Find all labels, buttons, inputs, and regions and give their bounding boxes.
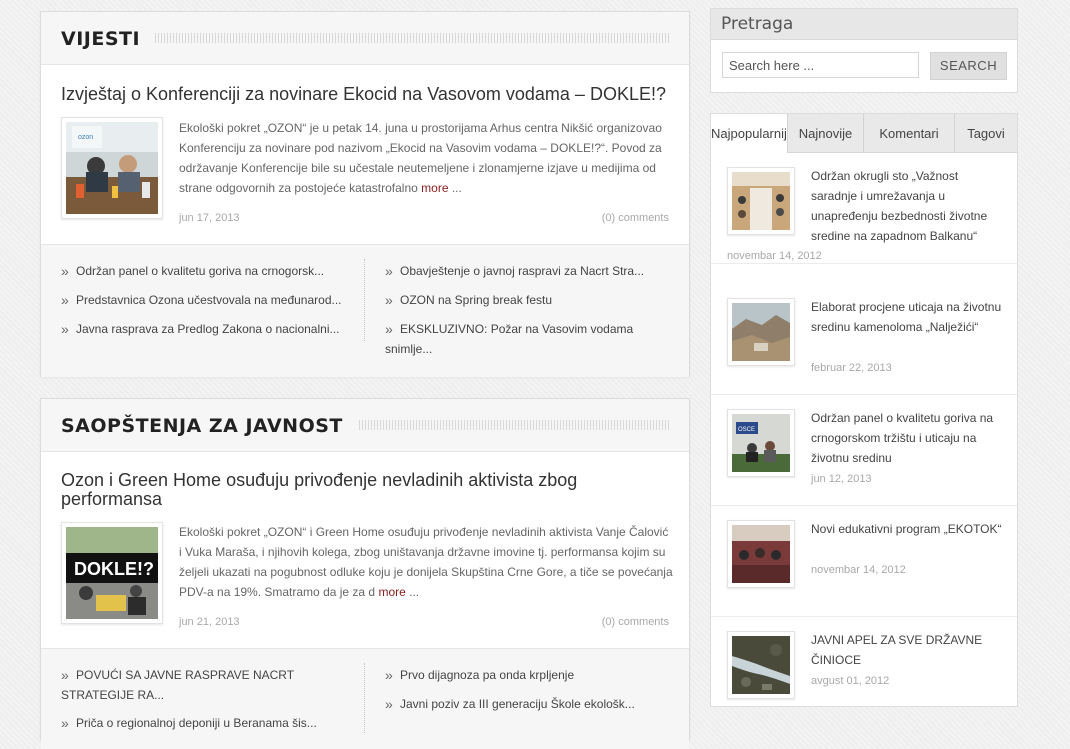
item-thumbnail[interactable] [727,631,795,699]
section-vijesti: VIJESTI Izvještaj o Konferenciji za novi… [40,11,690,377]
post-title-link[interactable]: Ozon i Green Home osuđuju privođenje nev… [61,471,621,509]
item-title[interactable]: Održan panel o kvalitetu goriva na crnog… [811,408,1006,468]
more-ellipsis: ... [405,585,420,599]
related-links: » POVUĆI SA JAVNE RASPRAVE NACRT STRATEGI… [41,648,689,749]
svg-text:OSCE: OSCE [738,427,755,433]
list-item[interactable]: OSCE Održan panel o kvalitetu goriva na … [711,395,1017,506]
conference-photo: ozon [66,122,158,214]
tab-najpopularnije[interactable]: Najpopularnije [711,114,788,153]
quarry-photo [732,303,790,361]
list-item[interactable]: Elaborat procjene uticaja na životnu sre… [711,284,1017,395]
post-title-link[interactable]: Izvještaj o Konferenciji za novinare Eko… [61,85,666,104]
item-thumbnail[interactable] [727,298,795,366]
list-item[interactable]: » Prvo dijagnoza pa onda krpljenje [385,665,690,685]
section-header: VIJESTI [41,12,689,65]
post-excerpt: Ekološki pokret „OZON“ i Green Home osuđ… [179,522,674,602]
tab-komentari[interactable]: Komentari [864,114,955,152]
list-item[interactable]: » Javna rasprava za Predlog Zakona o naci… [61,319,366,339]
list-item[interactable]: Novi edukativni program „EKOTOK“ novemba… [711,506,1017,617]
related-links: » Održan panel o kvalitetu goriva na crno… [41,244,689,377]
panel-photo: OSCE [732,414,790,472]
section-saopstenja: SAOPŠTENJA ZA JAVNOST Ozon i Green Home … [40,398,690,749]
item-thumbnail[interactable] [727,167,795,235]
list-item[interactable]: » Priča o regionalnoj deponiji u Beranama… [61,713,366,733]
tab-bar: Najpopularnije Najnovije Komentari Tagov… [711,114,1017,153]
read-more-link[interactable]: more [421,181,448,195]
comments-link[interactable]: (0) comments [602,616,669,628]
header-stripes [146,33,669,43]
item-date: jun 12, 2013 [811,473,872,485]
search-button[interactable]: SEARCH [930,52,1007,80]
section-title[interactable]: VIJESTI [61,28,155,50]
stream-photo [732,636,790,694]
item-date: novembar 14, 2012 [727,250,822,262]
list-item[interactable]: » Održan panel o kvalitetu goriva na crno… [61,261,366,281]
excerpt-text: Ekološki pokret „OZON“ i Green Home osuđ… [179,525,673,599]
list-item[interactable]: » Predstavnica Ozona učestvovala na međun… [61,290,366,310]
list-item[interactable]: » Obavještenje o javnoj raspravi za Nacrt… [385,261,690,281]
search-input[interactable] [722,52,919,78]
list-item[interactable]: » OZON na Spring break festu [385,290,690,310]
svg-text:ozon: ozon [78,134,93,141]
post-excerpt: Ekološki pokret „OZON“ je u petak 14. ju… [179,118,674,198]
post-date: jun 17, 2013 [179,212,240,224]
svg-text:DOKLE!?: DOKLE!? [74,559,154,579]
item-date: novembar 14, 2012 [811,564,906,576]
item-title[interactable]: Elaborat procjene uticaja na životnu sre… [811,297,1006,337]
tabs-widget: Najpopularnije Najnovije Komentari Tagov… [710,113,1018,707]
list-item[interactable]: » Javni poziv za III generaciju Škole eko… [385,694,690,714]
classroom-photo [732,525,790,583]
item-thumbnail[interactable] [727,520,795,588]
item-title[interactable]: Održan okrugli sto „Važnost saradnje i u… [811,166,1006,246]
section-title[interactable]: SAOPŠTENJA ZA JAVNOST [61,415,357,437]
search-widget: Pretraga SEARCH [710,8,1018,93]
item-thumbnail[interactable]: OSCE [727,409,795,477]
tab-tagovi[interactable]: Tagovi [955,114,1017,152]
list-item[interactable]: JAVNI APEL ZA SVE DRŽAVNE ČINIOCE avgust… [711,617,1017,727]
list-item[interactable]: » POVUĆI SA JAVNE RASPRAVE NACRT STRATEGI… [61,665,363,705]
comments-link[interactable]: (0) comments [602,212,669,224]
meeting-photo [732,172,790,230]
protest-photo: DOKLE!? [66,527,158,619]
item-date: februar 22, 2013 [811,362,892,374]
post-thumbnail[interactable]: DOKLE!? [61,522,163,624]
item-date: avgust 01, 2012 [811,675,890,687]
more-ellipsis: ... [448,181,462,195]
post-thumbnail[interactable]: ozon [61,117,163,219]
header-stripes [326,420,669,430]
item-title[interactable]: JAVNI APEL ZA SVE DRŽAVNE ČINIOCE [811,630,1006,670]
widget-title: Pretraga [711,9,1017,40]
tab-najnovije[interactable]: Najnovije [788,114,864,152]
post-date: jun 21, 2013 [179,616,240,628]
list-item[interactable]: Održan okrugli sto „Važnost saradnje i u… [711,153,1017,264]
read-more-link[interactable]: more [378,585,405,599]
section-header: SAOPŠTENJA ZA JAVNOST [41,399,689,452]
list-item[interactable]: » EKSKLUZIVNO: Požar na Vasovim vodama sn… [385,319,662,359]
item-title[interactable]: Novi edukativni program „EKOTOK“ [811,519,1006,539]
